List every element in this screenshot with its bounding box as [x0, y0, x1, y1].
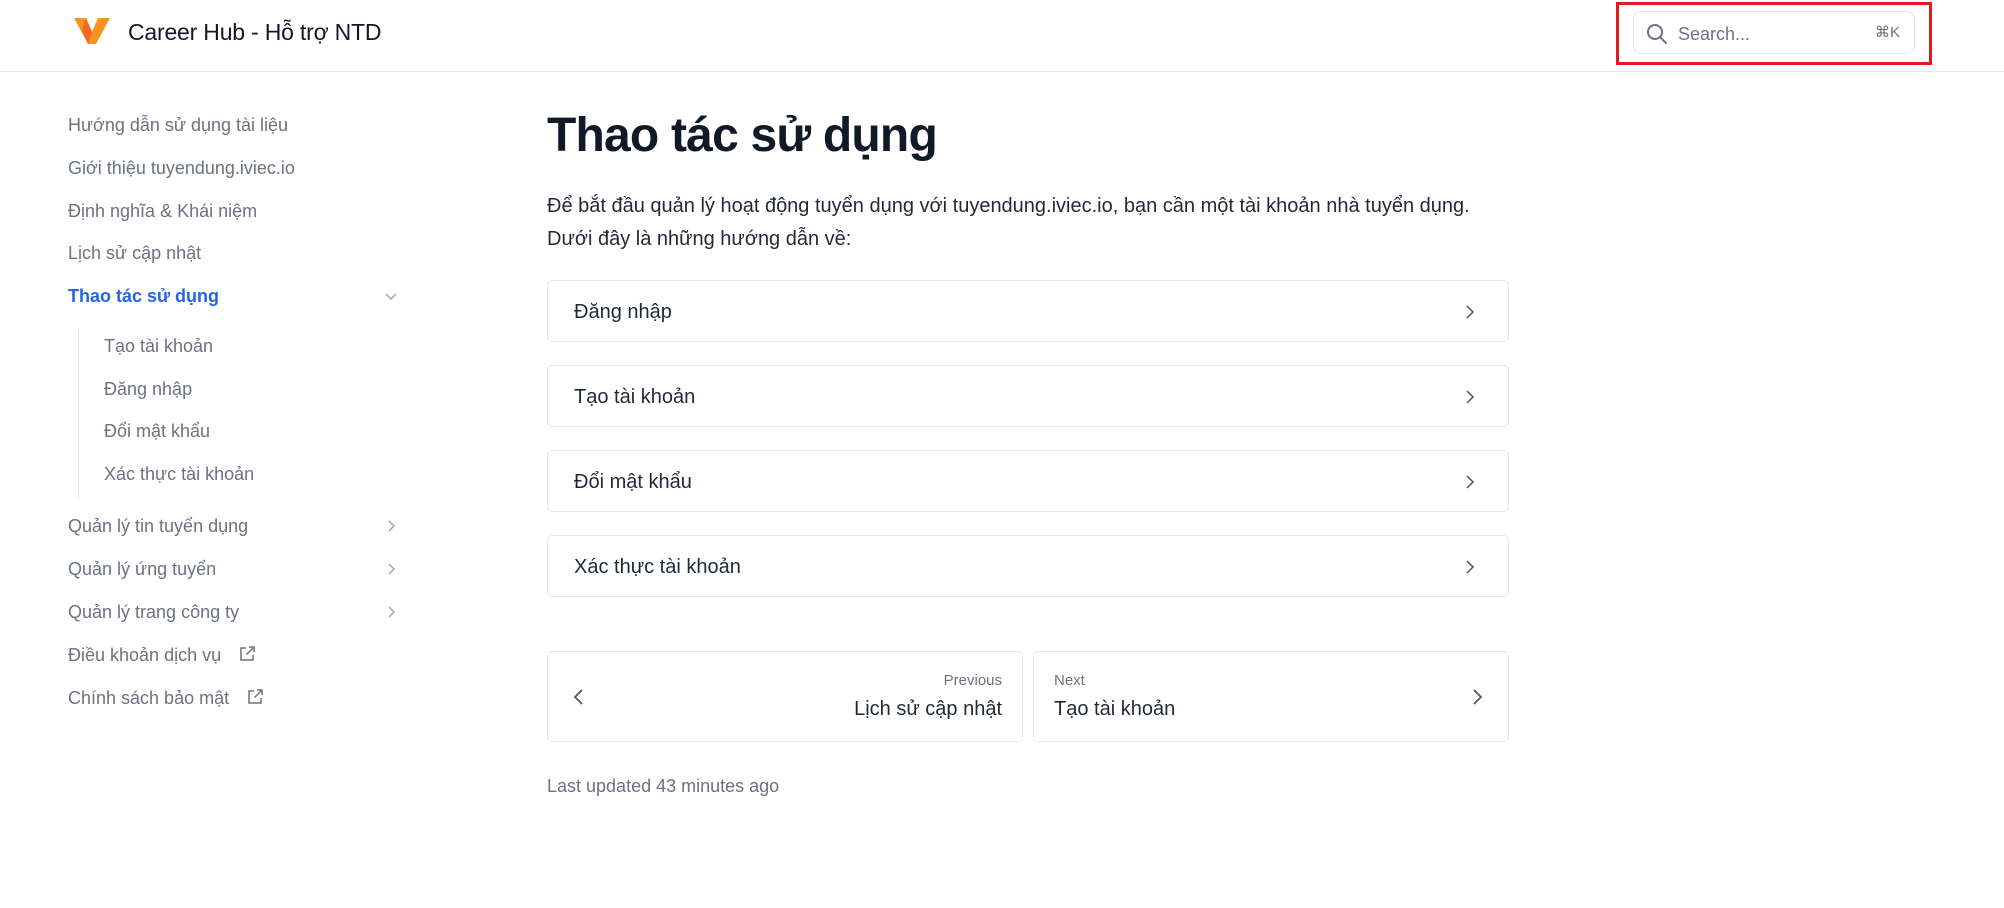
sidebar-subitem-tao-tai-khoan[interactable]: Tạo tài khoản [104, 331, 384, 361]
pager-next-title: Tạo tài khoản [1054, 698, 1176, 720]
sidebar-item-dinh-nghia[interactable]: Định nghĩa & Khái niệm [68, 196, 400, 226]
next-page-button[interactable]: Next Tạo tài khoản [1033, 651, 1509, 742]
sidebar-subitem-label: Xác thực tài khoản [104, 464, 255, 484]
search-button[interactable]: Search... ⌘K [1633, 11, 1915, 54]
sidebar-subitem-doi-mat-khau[interactable]: Đổi mật khẩu [104, 416, 384, 446]
sidebar-item-gioi-thieu[interactable]: Giới thiệu tuyendung.iviec.io [68, 153, 400, 183]
card-tao-tai-khoan[interactable]: Tạo tài khoản [547, 365, 1509, 427]
card-label: Tạo tài khoản [574, 386, 696, 408]
sidebar-subitem-label: Đăng nhập [104, 379, 193, 399]
sidebar-subitem-label: Đổi mật khẩu [104, 421, 211, 441]
card-xac-thuc-tai-khoan[interactable]: Xác thực tài khoản [547, 535, 1509, 597]
card-label: Đổi mật khẩu [574, 471, 692, 493]
pager-previous-title: Lịch sử cập nhật [854, 698, 1002, 720]
sidebar-item-label: Quản lý ứng tuyển [68, 559, 217, 579]
chevron-right-icon[interactable] [384, 519, 398, 533]
search-placeholder: Search... [1678, 24, 1751, 44]
sidebar-item-label: Định nghĩa & Khái niệm [68, 201, 258, 221]
sidebar-item-dieu-khoan[interactable]: Điều khoản dịch vụ [68, 640, 400, 670]
chevron-down-icon[interactable] [384, 289, 398, 303]
sidebar-item-label: Quản lý trang công ty [68, 602, 240, 622]
page-title: Thao tác sử dụng [547, 109, 938, 162]
sidebar-item-chinh-sach[interactable]: Chính sách bảo mật [68, 683, 400, 713]
sidebar-item-quan-ly-ung-tuyen[interactable]: Quản lý ứng tuyển [68, 554, 400, 584]
external-link-icon [248, 689, 263, 704]
chevron-right-icon [1466, 305, 1475, 319]
v-logo-icon[interactable] [74, 16, 110, 46]
search-shortcut: ⌘K [1874, 24, 1900, 41]
last-updated-text: Last updated 43 minutes ago [547, 776, 780, 796]
sidebar-subitem-xac-thuc[interactable]: Xác thực tài khoản [104, 459, 384, 489]
previous-page-button[interactable]: Previous Lịch sử cập nhật [547, 651, 1023, 742]
sidebar-item-label: Lịch sử cập nhật [68, 243, 202, 263]
chevron-right-icon[interactable] [384, 605, 398, 619]
top-header: Career Hub - Hỗ trợ NTD Search... ⌘K [0, 0, 2004, 72]
pager-previous-label: Previous [943, 672, 1002, 689]
sidebar-subitem-dang-nhap[interactable]: Đăng nhập [104, 374, 384, 404]
sidebar-item-quan-ly-tin[interactable]: Quản lý tin tuyển dụng [68, 511, 400, 541]
sidebar-item-thao-tac[interactable]: Thao tác sử dụng [68, 281, 400, 311]
sidebar-item-label: Thao tác sử dụng [68, 286, 220, 306]
card-label: Xác thực tài khoản [574, 556, 741, 578]
sidebar-item-label: Giới thiệu tuyendung.iviec.io [68, 158, 295, 178]
chevron-right-icon [1466, 390, 1475, 404]
external-link-icon [240, 646, 255, 661]
chevron-left-icon [573, 689, 583, 705]
chevron-right-icon [1466, 560, 1475, 574]
card-doi-mat-khau[interactable]: Đổi mật khẩu [547, 450, 1509, 512]
chevron-right-icon [1466, 475, 1475, 489]
sidebar-item-huong-dan[interactable]: Hướng dẫn sử dụng tài liệu [68, 110, 400, 140]
sidebar-item-label: Hướng dẫn sử dụng tài liệu [68, 115, 289, 135]
site-title[interactable]: Career Hub - Hỗ trợ NTD [128, 17, 382, 47]
sidebar-item-label: Điều khoản dịch vụ [68, 645, 222, 665]
sidebar-item-label: Quản lý tin tuyển dụng [68, 516, 249, 536]
sidebar-item-label: Chính sách bảo mật [68, 688, 230, 708]
chevron-right-icon [1473, 689, 1483, 705]
intro-paragraph: Để bắt đầu quản lý hoạt động tuyển dụng … [547, 195, 1470, 250]
submenu-guide-line [78, 328, 79, 498]
pager-next-label: Next [1054, 672, 1085, 689]
search-icon [1647, 24, 1667, 44]
card-dang-nhap[interactable]: Đăng nhập [547, 280, 1509, 342]
card-label: Đăng nhập [574, 301, 672, 323]
chevron-right-icon[interactable] [384, 562, 398, 576]
sidebar-item-quan-ly-trang-cong-ty[interactable]: Quản lý trang công ty [68, 597, 400, 627]
sidebar-subitem-label: Tạo tài khoản [104, 336, 214, 356]
sidebar-item-lich-su[interactable]: Lịch sử cập nhật [68, 238, 400, 268]
